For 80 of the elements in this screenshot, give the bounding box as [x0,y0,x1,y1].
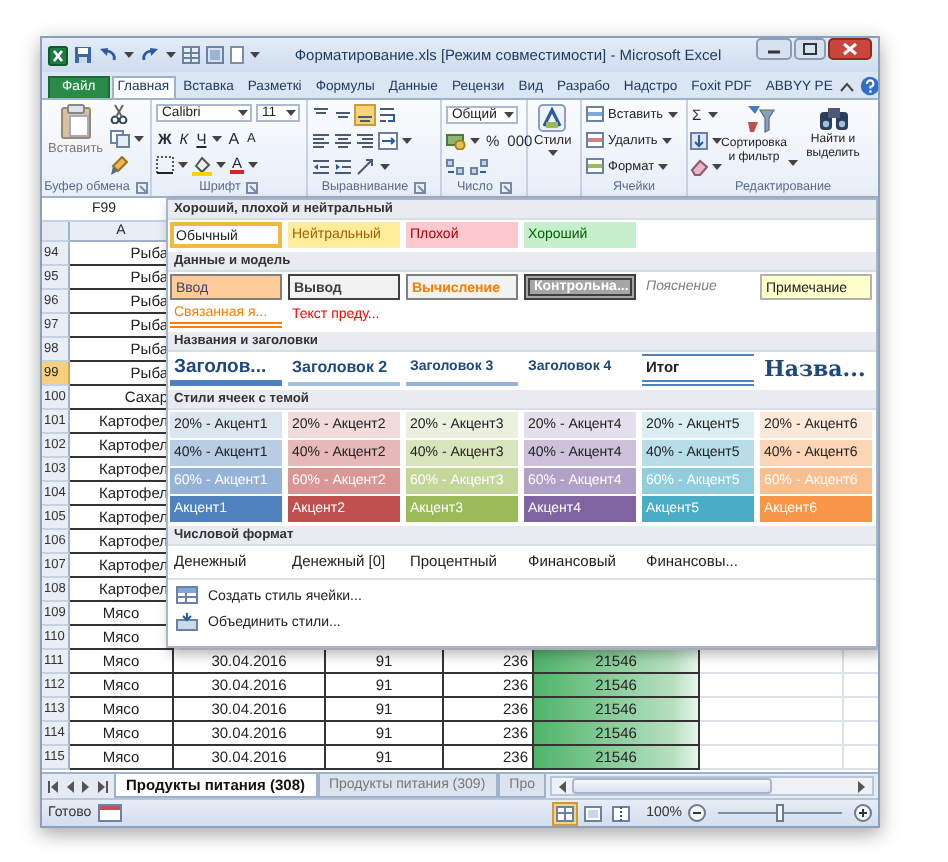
currency-icon[interactable] [446,131,466,149]
normal-view-icon[interactable] [554,803,577,823]
cell-style[interactable]: Назва... [760,354,872,386]
caret-icon[interactable] [504,111,514,117]
caret-icon[interactable] [470,137,480,143]
collapse-ribbon-icon[interactable] [840,81,855,91]
decrease-decimal-icon[interactable] [470,157,490,175]
caret-icon[interactable] [286,110,296,117]
align-right-icon[interactable] [356,131,374,149]
caret-icon[interactable] [667,111,678,117]
zoom-in-button[interactable] [854,804,872,822]
caret-icon[interactable] [712,163,722,169]
horizontal-scrollbar[interactable] [550,776,874,796]
merge-cells-icon[interactable] [378,131,398,149]
dialog-launcher-icon[interactable] [414,181,427,193]
caret-icon[interactable] [788,160,799,166]
caret-icon[interactable] [658,163,669,169]
caret-icon[interactable] [707,111,718,117]
eraser-icon[interactable] [690,157,708,175]
new-style-icon [176,586,198,606]
redo-icon[interactable] [140,46,160,64]
caret-icon[interactable] [250,52,260,58]
caret-icon[interactable] [380,163,390,169]
maximize-button[interactable] [794,38,826,60]
merge-styles-icon [176,612,198,632]
page-layout-icon[interactable] [582,803,605,823]
help-icon[interactable] [860,76,878,96]
scroll-right-icon[interactable] [856,779,868,793]
next-sheet-icon[interactable] [80,779,92,793]
caret-icon[interactable] [402,137,412,143]
caret-icon[interactable] [178,162,188,169]
fill-color-icon[interactable] [192,155,212,176]
grow-font-button[interactable]: A [226,129,242,148]
fill-down-icon[interactable] [690,131,708,149]
borders-icon[interactable] [156,156,174,175]
align-left-icon[interactable] [312,131,330,149]
caret-icon[interactable] [166,52,176,58]
slider-thumb[interactable] [776,804,784,822]
caret-icon[interactable] [661,137,672,143]
caret-icon[interactable] [712,137,722,143]
dialog-launcher-icon[interactable] [499,181,512,193]
dialog-launcher-icon[interactable] [246,181,259,193]
increase-decimal-icon[interactable] [446,157,466,175]
document-icon[interactable] [230,46,244,64]
previous-sheet-icon[interactable] [64,779,76,793]
preview-icon[interactable] [206,46,224,64]
caret-icon[interactable] [238,110,248,117]
orientation-icon[interactable] [356,157,376,175]
align-bottom-icon[interactable] [356,105,374,123]
clipboard-icon [59,104,92,140]
grid-icon[interactable] [182,46,200,64]
binoculars-icon [817,104,849,132]
brush-icon[interactable] [109,155,128,176]
copy-icon[interactable] [109,130,130,149]
macro-record-icon[interactable] [97,804,122,822]
decrease-indent-icon[interactable] [312,157,330,175]
minimize-button[interactable] [756,38,792,60]
cell-style[interactable]: Заголовок 2 [288,354,400,386]
zoom-out-button[interactable] [688,804,706,822]
styles-icon [538,104,567,132]
increase-indent-icon[interactable] [334,157,352,175]
wrap-text-icon[interactable] [378,105,396,123]
caret-icon[interactable] [133,136,144,143]
caret-icon[interactable] [124,52,134,58]
caret-icon[interactable] [547,150,558,156]
scissors-icon[interactable] [109,104,128,125]
excel-icon[interactable] [48,45,68,65]
scroll-thumb[interactable] [572,778,772,794]
sort-filter-icon [744,104,776,136]
save-icon[interactable] [74,46,92,64]
dialog-launcher-icon[interactable] [135,181,148,193]
close-button[interactable] [828,38,872,60]
first-sheet-icon[interactable] [48,779,60,793]
caret-icon[interactable] [212,135,223,142]
caret-icon[interactable] [248,162,259,169]
align-center-icon[interactable] [334,131,352,149]
undo-icon[interactable] [98,46,118,64]
last-sheet-icon[interactable] [96,779,108,793]
page-break-icon[interactable] [610,803,633,823]
caret-icon[interactable] [216,162,226,169]
